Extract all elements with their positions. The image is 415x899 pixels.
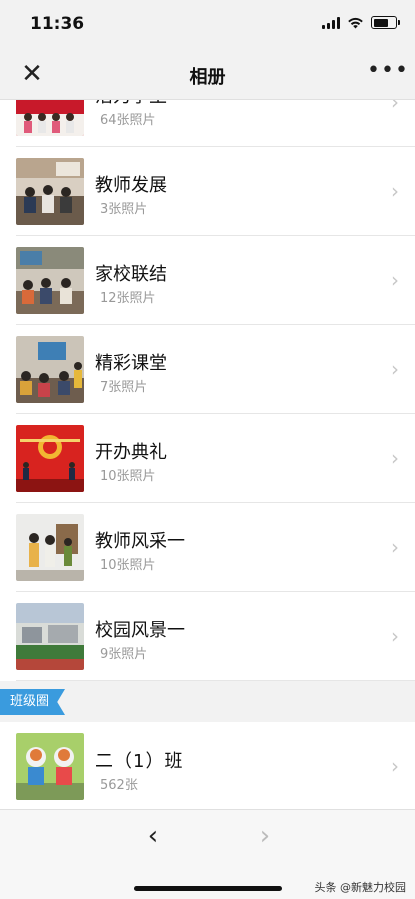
- album-item-xiaoyuan-fengjing[interactable]: 校园风景一 9张照片 ›: [16, 592, 415, 681]
- chevron-right-icon: ›: [391, 535, 399, 559]
- chevron-right-icon: ›: [391, 179, 399, 203]
- cellular-signal-icon: [322, 16, 340, 29]
- album-thumbnail: [16, 158, 84, 225]
- status-bar: 11:36: [0, 0, 415, 50]
- album-list: 活力学生 64张照片 › 教师发展 3张照片 ›: [0, 100, 415, 681]
- album-item-huoli-xuesheng[interactable]: 活力学生 64张照片 ›: [16, 100, 415, 147]
- album-photo-count: 12张照片: [100, 291, 156, 306]
- chevron-right-icon: ›: [391, 624, 399, 648]
- album-thumbnail: [16, 336, 84, 403]
- album-photo-count: 10张照片: [100, 469, 156, 484]
- album-name: 开办典礼: [95, 442, 167, 463]
- album-item-jiaxiao-lianjie[interactable]: 家校联结 12张照片 ›: [16, 236, 415, 325]
- wifi-icon: [348, 17, 363, 28]
- chevron-right-icon: ›: [391, 268, 399, 292]
- bottom-toolbar: ‹ › 头条 @新魅力校园: [0, 809, 415, 899]
- album-thumbnail: [16, 247, 84, 314]
- album-item-jiaoshi-fengcai[interactable]: 教师风采一 10张照片 ›: [16, 503, 415, 592]
- chevron-right-icon: ›: [391, 446, 399, 470]
- section-divider: 班级圈: [0, 681, 415, 722]
- album-thumbnail: [16, 425, 84, 492]
- class-photo-count: 562张: [100, 778, 138, 793]
- back-arrow-icon[interactable]: ‹: [140, 822, 166, 852]
- chevron-right-icon: ›: [391, 754, 399, 778]
- album-photo-count: 7张照片: [100, 380, 148, 395]
- battery-icon: [371, 16, 400, 29]
- album-thumbnail: [16, 603, 84, 670]
- chevron-right-icon: ›: [391, 100, 399, 114]
- class-thumbnail: [16, 733, 84, 800]
- album-thumbnail: [16, 100, 84, 136]
- status-icons: [322, 16, 400, 29]
- album-name: 精彩课堂: [95, 353, 167, 374]
- album-item-jingcai-ketang[interactable]: 精彩课堂 7张照片 ›: [16, 325, 415, 414]
- home-indicator[interactable]: [134, 886, 282, 891]
- album-name: 活力学生: [95, 100, 167, 108]
- album-thumbnail: [16, 514, 84, 581]
- page-title: 相册: [189, 67, 226, 88]
- nav-bar: ✕ 相册 •••: [0, 50, 415, 100]
- album-name: 教师发展: [95, 175, 167, 196]
- album-photo-count: 10张照片: [100, 558, 156, 573]
- watermark: 头条 @新魅力校园: [314, 881, 407, 894]
- class-name: 二（1）班: [95, 751, 184, 772]
- status-time: 11:36: [30, 14, 85, 34]
- album-name: 家校联结: [95, 264, 167, 285]
- album-name: 教师风采一: [95, 531, 185, 552]
- album-photo-count: 64张照片: [100, 113, 156, 128]
- class-item[interactable]: 二（1）班 562张 ›: [16, 722, 415, 809]
- album-item-jiaoshi-fazhan[interactable]: 教师发展 3张照片 ›: [16, 147, 415, 236]
- more-options-icon[interactable]: •••: [367, 58, 408, 90]
- class-circle-tag: 班级圈: [0, 689, 66, 715]
- album-content[interactable]: 活力学生 64张照片 › 教师发展 3张照片 ›: [0, 100, 415, 809]
- forward-arrow-icon[interactable]: ›: [252, 822, 278, 852]
- chevron-right-icon: ›: [391, 357, 399, 381]
- album-name: 校园风景一: [95, 620, 185, 641]
- album-photo-count: 9张照片: [100, 647, 148, 662]
- album-item-kaiban-dianli[interactable]: 开办典礼 10张照片 ›: [16, 414, 415, 503]
- album-photo-count: 3张照片: [100, 202, 148, 217]
